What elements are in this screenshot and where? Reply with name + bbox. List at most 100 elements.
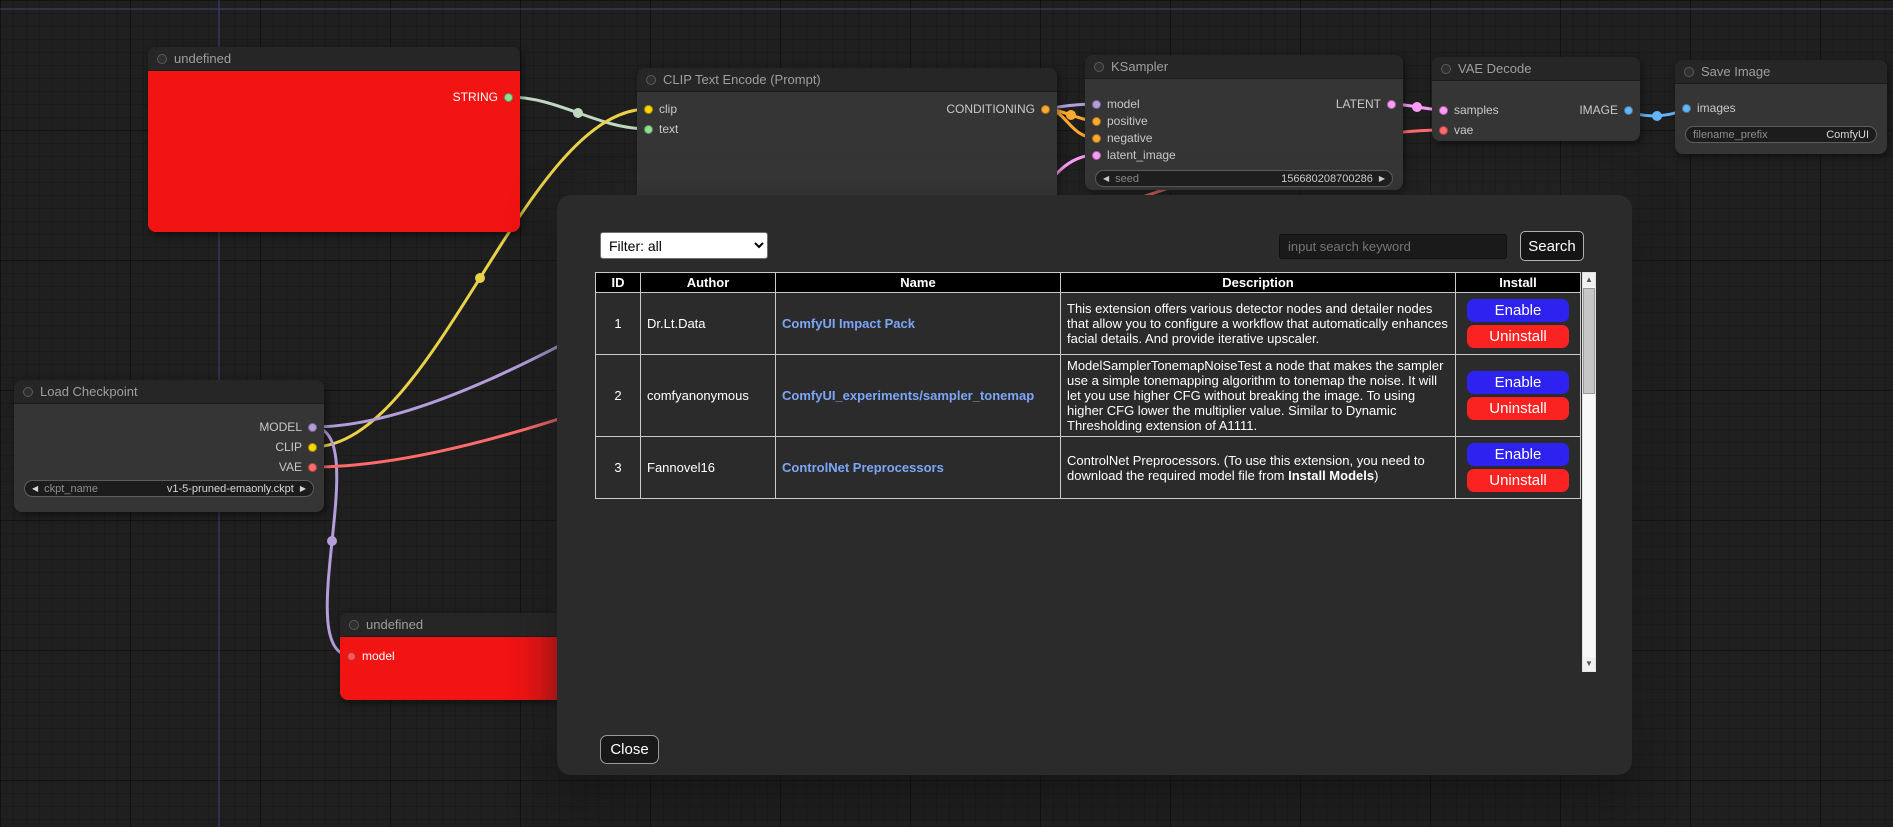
seed-widget[interactable]: ◀ seed 156680208700286 ▶ — [1095, 170, 1393, 187]
output-slot-conditioning[interactable]: CONDITIONING — [946, 102, 1050, 116]
ckpt-name-widget[interactable]: ◀ ckpt_name v1-5-pruned-emaonly.ckpt ▶ — [24, 480, 314, 497]
combo-prev-icon[interactable]: ◀ — [1103, 174, 1109, 183]
node-ksampler[interactable]: KSampler model positive negative latent_… — [1085, 55, 1403, 190]
input-slot-model[interactable]: model — [1092, 97, 1140, 111]
col-header-author: Author — [641, 273, 776, 293]
widget-value: ComfyUI — [1826, 129, 1869, 141]
slot-dot-positive[interactable] — [1092, 117, 1101, 126]
node-collapse-icon[interactable] — [349, 620, 359, 630]
ext-name-link[interactable]: ControlNet Preprocessors — [782, 460, 944, 475]
slot-label: VAE — [279, 460, 302, 474]
slot-label: CLIP — [275, 440, 302, 454]
enable-button[interactable]: Enable — [1467, 371, 1569, 394]
slot-dot-images[interactable] — [1682, 104, 1691, 113]
ext-author: Fannovel16 — [641, 437, 776, 499]
node-title: undefined — [366, 617, 423, 632]
output-slot-vae[interactable]: VAE — [279, 460, 317, 474]
slot-label: MODEL — [259, 420, 302, 434]
node-titlebar[interactable]: Load Checkpoint — [14, 380, 324, 404]
node-collapse-icon[interactable] — [1094, 62, 1104, 72]
table-scrollbar[interactable]: ▲ ▼ — [1582, 272, 1596, 672]
node-titlebar[interactable]: undefined — [340, 613, 580, 637]
input-slot-model[interactable]: model — [347, 649, 395, 663]
uninstall-button[interactable]: Uninstall — [1467, 469, 1569, 492]
slot-dot-clip[interactable] — [308, 443, 317, 452]
node-collapse-icon[interactable] — [157, 54, 167, 64]
node-undefined-top[interactable]: undefined STRING — [148, 47, 520, 232]
input-slot-images[interactable]: images — [1682, 101, 1736, 115]
node-clip-text-encode[interactable]: CLIP Text Encode (Prompt) clip text COND… — [637, 68, 1057, 208]
combo-next-icon[interactable]: ▶ — [1379, 174, 1385, 183]
node-load-checkpoint[interactable]: Load Checkpoint MODEL CLIP VAE ◀ ckpt_na… — [14, 380, 324, 512]
slot-dot-string[interactable] — [504, 93, 513, 102]
input-slot-latent-image[interactable]: latent_image — [1092, 148, 1176, 162]
node-undefined-bottom[interactable]: undefined model — [340, 613, 580, 700]
node-titlebar[interactable]: Save Image — [1675, 60, 1887, 84]
node-collapse-icon[interactable] — [646, 75, 656, 85]
input-slot-text[interactable]: text — [644, 122, 678, 136]
output-slot-image[interactable]: IMAGE — [1579, 103, 1633, 117]
node-collapse-icon[interactable] — [23, 387, 33, 397]
table-row: 2 comfyanonymous ComfyUI_experiments/sam… — [596, 355, 1581, 437]
ext-id: 1 — [596, 293, 641, 355]
filter-select[interactable]: Filter: all — [600, 232, 768, 259]
search-input[interactable] — [1279, 234, 1507, 259]
node-title: CLIP Text Encode (Prompt) — [663, 72, 821, 87]
enable-button[interactable]: Enable — [1467, 443, 1569, 466]
uninstall-button[interactable]: Uninstall — [1467, 325, 1569, 348]
input-slot-positive[interactable]: positive — [1092, 114, 1148, 128]
output-slot-string[interactable]: STRING — [453, 90, 513, 104]
slot-dot-image[interactable] — [1624, 106, 1633, 115]
slot-dot-vae[interactable] — [1439, 126, 1448, 135]
uninstall-button[interactable]: Uninstall — [1467, 397, 1569, 420]
scrollbar-thumb[interactable] — [1583, 288, 1595, 394]
node-collapse-icon[interactable] — [1441, 64, 1451, 74]
node-collapse-icon[interactable] — [1684, 67, 1694, 77]
slot-dot-text[interactable] — [644, 125, 653, 134]
slot-dot-vae[interactable] — [308, 463, 317, 472]
slot-label: positive — [1107, 114, 1148, 128]
slot-dot-negative[interactable] — [1092, 134, 1101, 143]
slot-label: CONDITIONING — [946, 102, 1035, 116]
slot-dot-latent[interactable] — [1387, 100, 1396, 109]
close-button[interactable]: Close — [600, 735, 659, 764]
node-titlebar[interactable]: CLIP Text Encode (Prompt) — [637, 68, 1057, 92]
ext-name-link[interactable]: ComfyUI Impact Pack — [782, 316, 915, 331]
table-row: 3 Fannovel16 ControlNet Preprocessors Co… — [596, 437, 1581, 499]
slot-dot-samples[interactable] — [1439, 106, 1448, 115]
input-slot-samples[interactable]: samples — [1439, 103, 1499, 117]
input-slot-clip[interactable]: clip — [644, 102, 677, 116]
scrollbar-down-icon[interactable]: ▼ — [1583, 657, 1595, 671]
input-slot-negative[interactable]: negative — [1092, 131, 1152, 145]
ext-name-link[interactable]: ComfyUI_experiments/sampler_tonemap — [782, 388, 1034, 403]
widget-value: 156680208700286 — [1281, 173, 1373, 185]
output-slot-model[interactable]: MODEL — [259, 420, 317, 434]
combo-next-icon[interactable]: ▶ — [300, 484, 306, 493]
search-button[interactable]: Search — [1520, 231, 1584, 261]
slot-dot-model[interactable] — [1092, 100, 1101, 109]
enable-button[interactable]: Enable — [1467, 299, 1569, 322]
slot-dot-model[interactable] — [308, 423, 317, 432]
node-vae-decode[interactable]: VAE Decode samples vae IMAGE — [1432, 57, 1640, 141]
node-title: VAE Decode — [1458, 61, 1531, 76]
node-titlebar[interactable]: undefined — [148, 47, 520, 71]
slot-label: STRING — [453, 90, 498, 104]
slot-dot-latent-image[interactable] — [1092, 151, 1101, 160]
scrollbar-up-icon[interactable]: ▲ — [1583, 273, 1595, 287]
ext-install-cell: Enable Uninstall — [1456, 293, 1581, 355]
filename-prefix-widget[interactable]: filename_prefix ComfyUI — [1685, 126, 1877, 143]
node-titlebar[interactable]: VAE Decode — [1432, 57, 1640, 81]
combo-prev-icon[interactable]: ◀ — [32, 484, 38, 493]
slot-label: clip — [659, 102, 677, 116]
slot-label: latent_image — [1107, 148, 1176, 162]
input-slot-vae[interactable]: vae — [1439, 123, 1473, 137]
slot-dot-clip[interactable] — [644, 105, 653, 114]
output-slot-clip[interactable]: CLIP — [275, 440, 317, 454]
slot-label: IMAGE — [1579, 103, 1618, 117]
output-slot-latent[interactable]: LATENT — [1336, 97, 1396, 111]
slot-dot-conditioning[interactable] — [1041, 105, 1050, 114]
slot-dot-model[interactable] — [347, 652, 356, 661]
node-graph-canvas[interactable]: undefined STRING CLIP Text Encode (Promp… — [0, 0, 1893, 827]
node-titlebar[interactable]: KSampler — [1085, 55, 1403, 79]
node-save-image[interactable]: Save Image images filename_prefix ComfyU… — [1675, 60, 1887, 154]
